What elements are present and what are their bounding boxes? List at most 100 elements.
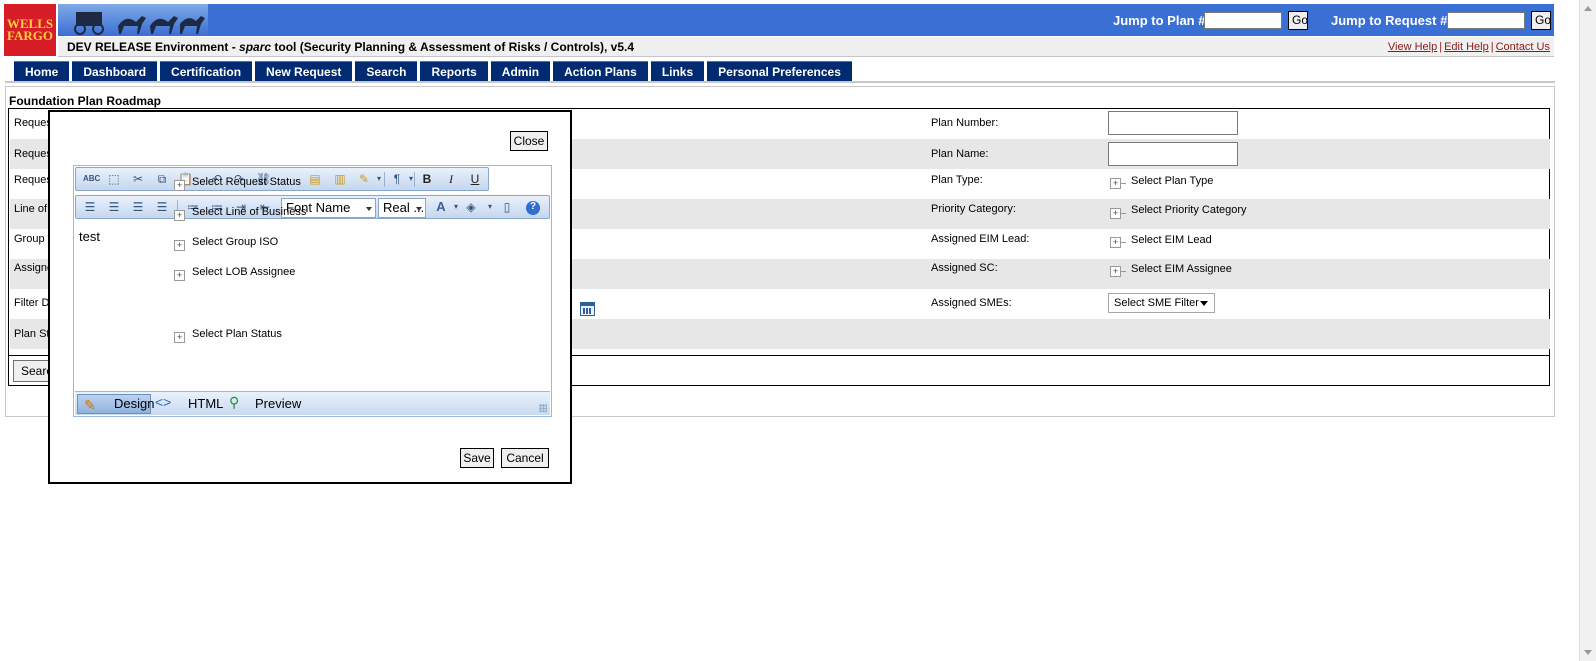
editor-content[interactable]: test [79,229,100,244]
paste-word-icon[interactable]: ▥ [333,173,347,185]
editor-mode-bar: ✎ Design <> HTML ⚲ Preview [75,391,550,415]
edit-help-link[interactable]: Edit Help [1444,41,1489,53]
tab-links[interactable]: Links [650,61,705,81]
expand-plus-icon[interactable]: + [174,180,185,191]
bold-icon[interactable]: B [420,173,434,185]
calendar-icon[interactable] [580,302,595,316]
save-button[interactable]: Save [460,448,494,468]
scroll-up-icon[interactable] [1584,6,1592,11]
tab-search[interactable]: Search [355,61,418,81]
align-right-icon[interactable]: ☰ [131,201,145,213]
editor-toolbar-bottom: ☰ ☰ ☰ ☰ ≔ ≔ ⇥ ⇤ Font Name Real ... A ▾ ◈… [75,195,550,219]
paragraph-icon[interactable]: ¶ [390,173,404,185]
tab-personal-preferences[interactable]: Personal Preferences [707,61,852,81]
expand-plus-icon[interactable]: + [1110,208,1121,219]
tree-connector [1121,242,1126,243]
chevron-down-icon [416,207,422,211]
expand-plus-icon[interactable]: + [174,270,185,281]
wells-fargo-logo[interactable]: WELLS FARGO [4,4,56,56]
request-field-label: Reques [14,148,52,160]
jump-to-plan-input[interactable] [1204,12,1282,29]
close-button[interactable]: Close [510,131,548,151]
page: WELLS FARGO Jump to Plan #: Go Jump to R… [0,0,1596,661]
plan-name-input[interactable] [1108,142,1238,166]
chevron-down-icon[interactable]: ▾ [483,201,497,213]
paste-text-icon[interactable]: ▤ [308,173,322,185]
request-field-label: Reques [14,174,52,186]
chevron-down-icon[interactable]: ▾ [404,173,418,185]
insert-image-icon[interactable]: ▯ [500,201,514,213]
select-plan-type[interactable]: Select Plan Type [1131,175,1213,187]
view-help-link[interactable]: View Help [1388,41,1437,53]
align-center-icon[interactable]: ☰ [107,201,121,213]
tab-admin[interactable]: Admin [490,61,551,81]
chevron-down-icon[interactable]: ▾ [449,201,463,213]
select-all-icon[interactable]: ⬚ [107,173,121,185]
tree-connector [1121,213,1126,214]
main-nav: Home Dashboard Certification New Request… [14,61,852,81]
select-priority-category[interactable]: Select Priority Category [1131,204,1247,216]
tab-reports[interactable]: Reports [420,61,488,81]
format-brush-icon[interactable]: ✎ [357,173,371,185]
sme-filter-value: Select SME Filter [1114,297,1199,309]
tab-certification[interactable]: Certification [160,61,253,81]
font-color-icon[interactable]: A [434,200,448,213]
select-lob-assignee[interactable]: Select LOB Assignee [192,266,295,278]
env-app-name: sparc [239,40,272,54]
expand-plus-icon[interactable]: + [1110,178,1121,189]
cancel-button[interactable]: Cancel [501,448,549,468]
resize-grip-icon[interactable] [539,404,547,412]
magnifier-icon[interactable]: ⚲ [229,394,239,411]
vertical-scrollbar[interactable] [1579,0,1596,661]
environment-title: DEV RELEASE Environment - sparc tool (Se… [67,40,634,54]
tab-dashboard[interactable]: Dashboard [72,61,158,81]
design-mode-label: Design [114,396,155,411]
expand-plus-icon[interactable]: + [174,210,185,221]
jump-to-request-label: Jump to Request #: [1331,13,1452,28]
tab-home[interactable]: Home [14,61,70,81]
spellcheck-icon[interactable]: ABC [83,173,100,185]
select-group-iso[interactable]: Select Group ISO [192,236,278,248]
expand-plus-icon[interactable]: + [1110,237,1121,248]
sme-filter-select[interactable]: Select SME Filter [1108,293,1215,313]
line-of-business-label: Line of [14,203,48,215]
expand-plus-icon[interactable]: + [174,332,185,343]
select-eim-lead[interactable]: Select EIM Lead [1131,234,1212,246]
italic-icon[interactable]: I [444,173,458,185]
toolbar-separator [414,172,415,187]
help-icon[interactable]: ? [526,201,540,215]
preview-mode-tab[interactable]: Preview [255,396,301,411]
plan-number-label: Plan Number: [931,117,999,129]
select-request-status[interactable]: Select Request Status [192,176,301,188]
html-mode-tab[interactable]: HTML [188,396,223,411]
copy-icon[interactable]: ⧉ [155,173,169,185]
select-plan-status[interactable]: Select Plan Status [192,328,282,340]
cut-icon[interactable]: ✂ [131,173,145,185]
jump-to-plan-go-button[interactable]: Go [1288,11,1308,30]
link-separator: | [1439,41,1443,53]
tab-action-plans[interactable]: Action Plans [553,61,648,81]
expand-plus-icon[interactable]: + [1110,266,1121,277]
select-line-of-business[interactable]: Select Line of Business [192,206,306,218]
chevron-down-icon [1200,301,1208,306]
rich-text-editor: ABC ⬚ ✂ ⧉ 📋 ↶ ↷ ⛓ ▤ ▥ ✎ ▾ ¶ ▾ B I U ☰ ☰ … [73,165,552,417]
jump-to-request-go-button[interactable]: Go [1531,11,1551,30]
jump-to-request-input[interactable] [1447,12,1525,29]
code-icon[interactable]: <> [155,394,171,410]
align-left-icon[interactable]: ☰ [83,201,97,213]
expand-plus-icon[interactable]: + [174,240,185,251]
help-links: View Help | Edit Help | Contact Us [1388,41,1550,53]
plan-number-input[interactable] [1108,111,1238,135]
design-mode-tab[interactable]: ✎ Design [77,394,155,414]
select-eim-assignee[interactable]: Select EIM Assignee [1131,263,1232,275]
scroll-down-icon[interactable] [1584,650,1592,655]
tab-new-request[interactable]: New Request [255,61,353,81]
contact-us-link[interactable]: Contact Us [1496,41,1550,53]
assigned-eim-lead-label: Assigned EIM Lead: [931,233,1030,245]
justify-icon[interactable]: ☰ [155,201,169,213]
underline-icon[interactable]: U [468,173,482,185]
link-separator: | [1490,41,1494,53]
tree-connector [1121,271,1126,272]
font-size-dropdown[interactable]: Real ... [378,198,426,218]
highlight-color-icon[interactable]: ◈ [464,201,478,213]
